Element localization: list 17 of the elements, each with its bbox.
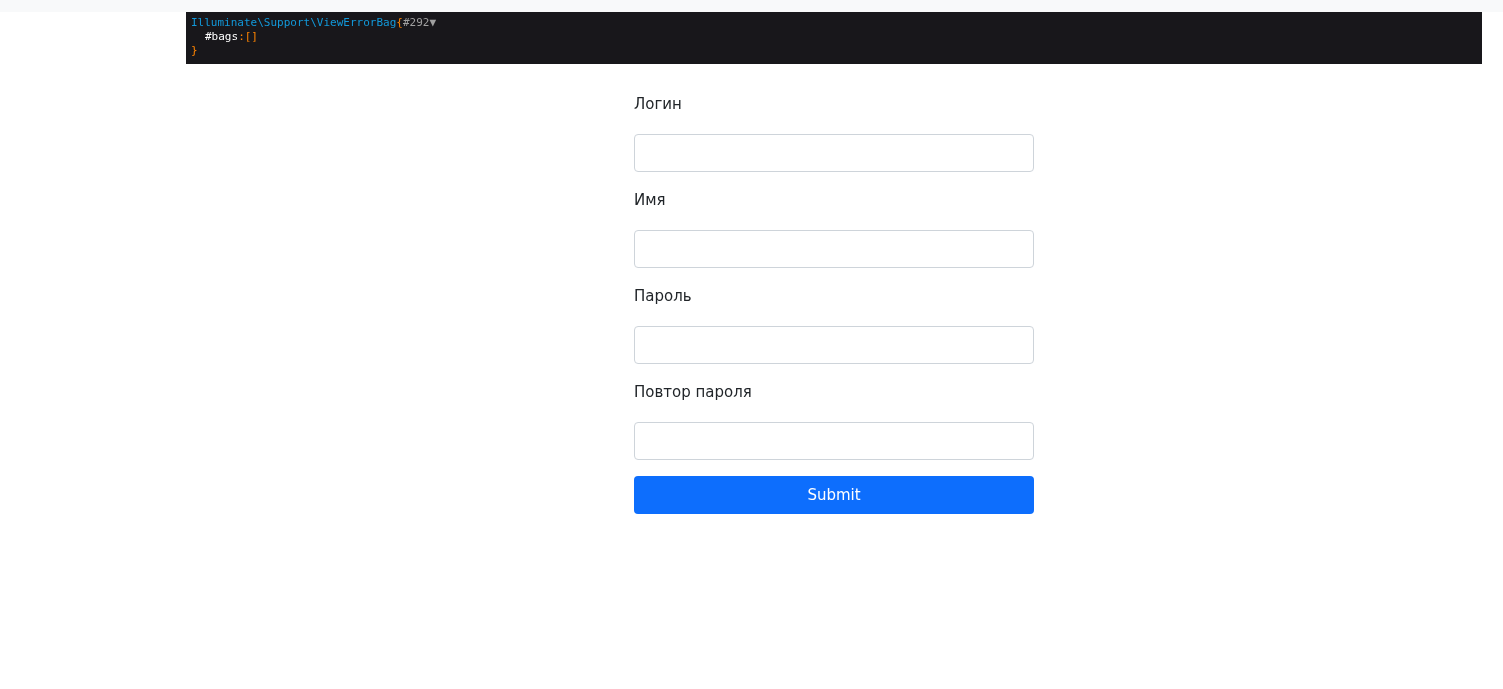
collapse-toggle[interactable]: ▼	[429, 16, 437, 29]
input-field[interactable]	[634, 134, 1034, 172]
property-name: #bags	[205, 30, 239, 43]
property-value: []	[244, 30, 258, 43]
close-brace: }	[191, 44, 198, 57]
open-brace: {	[396, 16, 403, 29]
field-label: Логин	[634, 94, 683, 114]
field-label: Повтор пароля	[634, 382, 753, 402]
input-field[interactable]	[634, 230, 1034, 268]
property-separator: :	[238, 30, 245, 43]
field-label: Пароль	[634, 286, 693, 306]
class-name: Illuminate\Support\ViewErrorBag	[191, 16, 397, 29]
object-id: #292	[402, 16, 430, 29]
submit-button[interactable]: Submit	[634, 476, 1034, 514]
input-field[interactable]	[634, 422, 1034, 460]
field-label: Имя	[634, 190, 667, 210]
input-field[interactable]	[634, 326, 1034, 364]
